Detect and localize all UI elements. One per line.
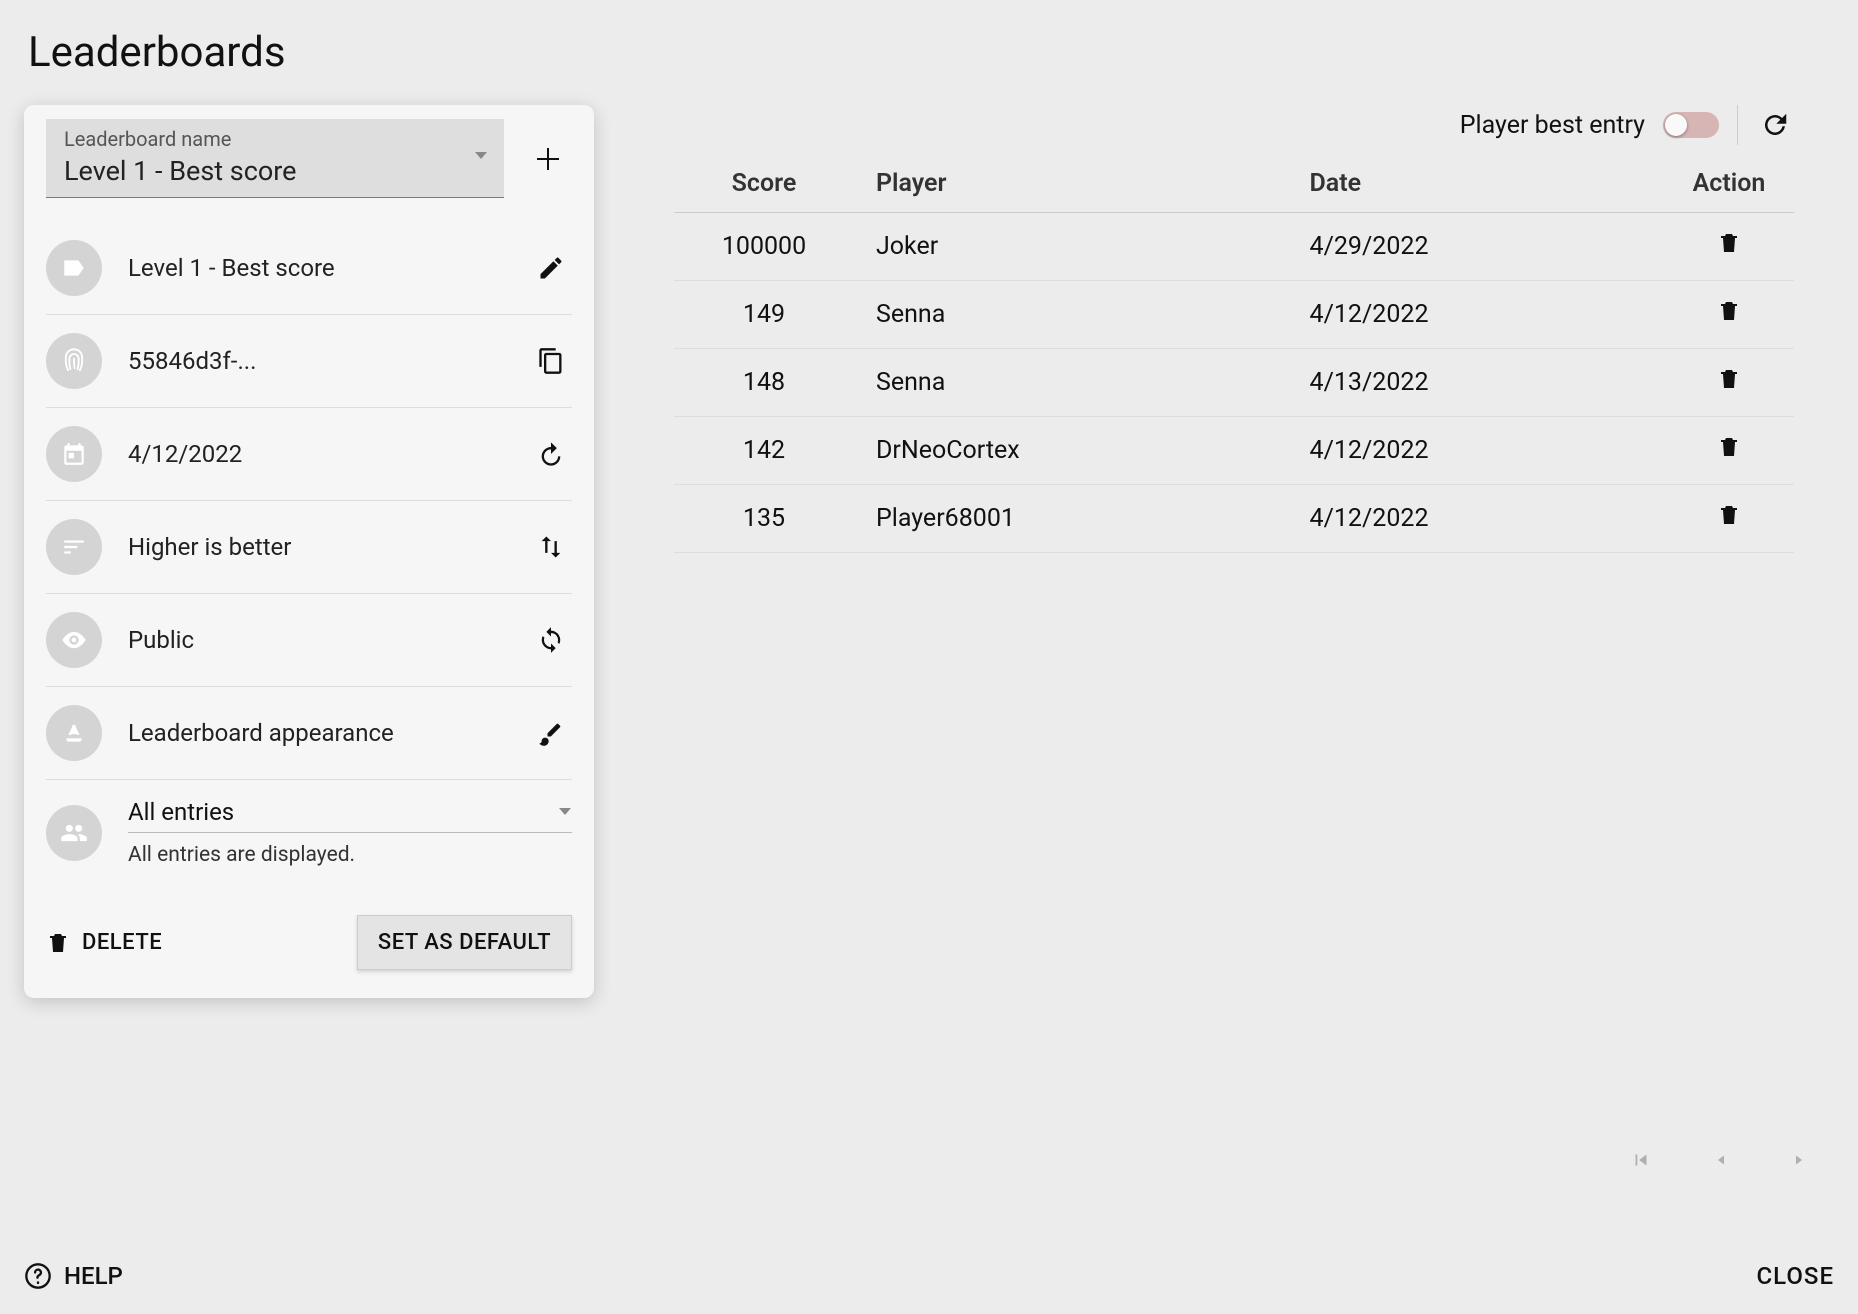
leaderboard-name-dropdown[interactable]: Leaderboard name Level 1 - Best score (46, 119, 504, 198)
reset-date-button[interactable] (530, 433, 572, 475)
delete-leaderboard-button[interactable]: DELETE (46, 930, 162, 955)
appearance-label: Leaderboard appearance (128, 719, 504, 747)
leaderboard-id-value: 55846d3f-... (128, 347, 504, 375)
entries-table: Score Player Date Action 100000Joker4/29… (674, 155, 1794, 553)
delete-entry-button[interactable] (1717, 299, 1741, 323)
player-best-entry-label: Player best entry (1460, 111, 1645, 140)
cell-player: Joker (854, 213, 1288, 281)
entries-filter-dropdown[interactable]: All entries (128, 798, 572, 833)
chevron-down-icon (558, 807, 572, 817)
cell-date: 4/12/2022 (1288, 281, 1664, 349)
col-date: Date (1288, 155, 1664, 213)
table-row: 135Player680014/12/2022 (674, 485, 1794, 553)
prev-page-button[interactable] (1712, 1146, 1730, 1174)
divider (1737, 105, 1738, 145)
cell-player: Player68001 (854, 485, 1288, 553)
delete-entry-button[interactable] (1717, 435, 1741, 459)
player-best-entry-toggle[interactable] (1663, 112, 1719, 138)
refresh-button[interactable] (1756, 106, 1794, 144)
cell-date: 4/13/2022 (1288, 349, 1664, 417)
cell-player: Senna (854, 349, 1288, 417)
table-row: 149Senna4/12/2022 (674, 281, 1794, 349)
set-as-default-button[interactable]: SET AS DEFAULT (357, 915, 572, 970)
cell-player: Senna (854, 281, 1288, 349)
entries-filter-value: All entries (128, 798, 234, 826)
label-icon (46, 240, 102, 296)
dropdown-value: Level 1 - Best score (64, 155, 486, 187)
entries-filter-note: All entries are displayed. (128, 843, 572, 867)
cell-score: 148 (674, 349, 854, 417)
delete-entry-button[interactable] (1717, 367, 1741, 391)
page-title: Leaderboards (28, 28, 1834, 77)
close-button[interactable]: CLOSE (1757, 1262, 1835, 1290)
add-leaderboard-button[interactable] (524, 135, 572, 183)
visibility-value: Public (128, 626, 504, 654)
help-button[interactable]: HELP (24, 1262, 123, 1290)
cell-score: 135 (674, 485, 854, 553)
edit-name-button[interactable] (530, 247, 572, 289)
help-icon (24, 1262, 52, 1290)
calendar-icon (46, 426, 102, 482)
eye-icon (46, 612, 102, 668)
cell-date: 4/12/2022 (1288, 417, 1664, 485)
sort-icon (46, 519, 102, 575)
fingerprint-icon (46, 333, 102, 389)
dropdown-label: Leaderboard name (64, 127, 486, 151)
people-icon (46, 805, 102, 861)
svg-text:A: A (69, 722, 80, 739)
cell-score: 149 (674, 281, 854, 349)
delete-entry-button[interactable] (1717, 503, 1741, 527)
chevron-down-icon (474, 151, 488, 161)
table-row: 100000Joker4/29/2022 (674, 213, 1794, 281)
sort-order-value: Higher is better (128, 533, 504, 561)
col-action: Action (1664, 155, 1794, 213)
swap-sort-button[interactable] (530, 526, 572, 568)
delete-entry-button[interactable] (1717, 231, 1741, 255)
first-page-button[interactable] (1630, 1146, 1652, 1174)
appearance-icon: A (46, 705, 102, 761)
col-score: Score (674, 155, 854, 213)
copy-id-button[interactable] (530, 340, 572, 382)
cell-player: DrNeoCortex (854, 417, 1288, 485)
toggle-visibility-button[interactable] (530, 619, 572, 661)
col-player: Player (854, 155, 1288, 213)
cell-date: 4/12/2022 (1288, 485, 1664, 553)
cell-date: 4/29/2022 (1288, 213, 1664, 281)
leaderboard-settings-panel: Leaderboard name Level 1 - Best score Le… (24, 105, 594, 998)
start-date-value: 4/12/2022 (128, 440, 504, 468)
next-page-button[interactable] (1790, 1146, 1808, 1174)
table-row: 148Senna4/13/2022 (674, 349, 1794, 417)
edit-appearance-button[interactable] (530, 712, 572, 754)
cell-score: 142 (674, 417, 854, 485)
table-row: 142DrNeoCortex4/12/2022 (674, 417, 1794, 485)
cell-score: 100000 (674, 213, 854, 281)
trash-icon (46, 931, 70, 955)
leaderboard-name-value: Level 1 - Best score (128, 254, 504, 282)
